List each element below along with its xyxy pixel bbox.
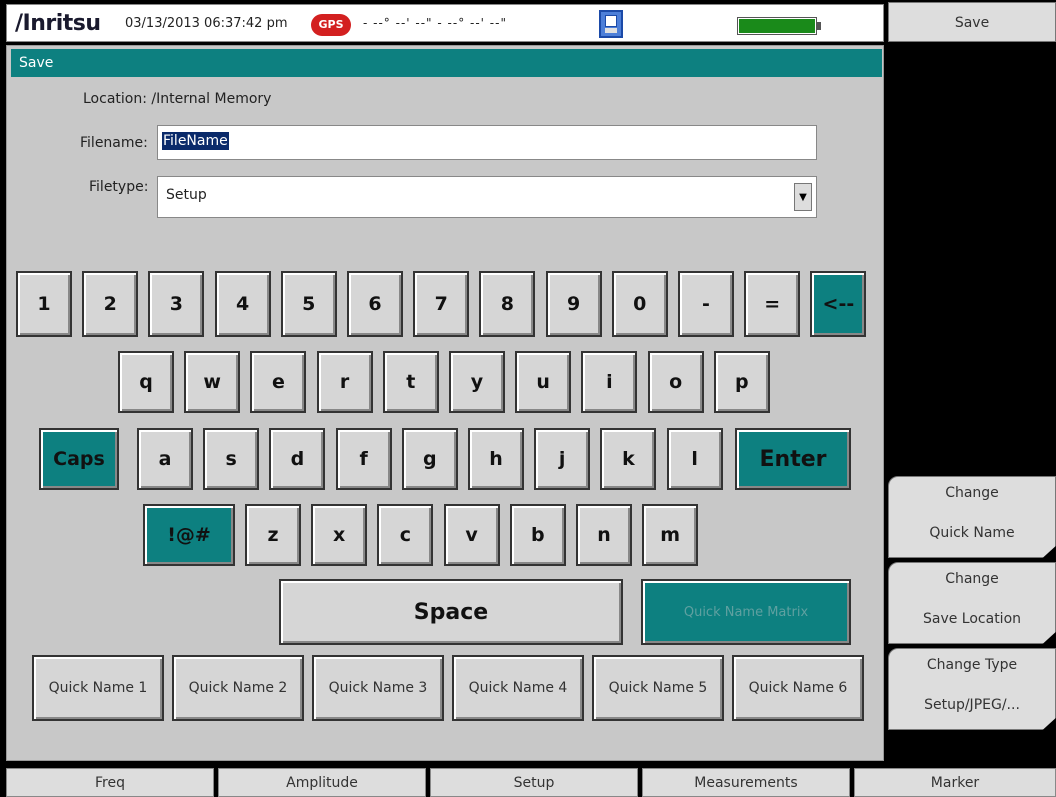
menu-setup[interactable]: Setup [430,768,638,797]
dialog-title: Save [11,49,882,77]
key-v[interactable]: v [443,504,500,566]
key-b[interactable]: b [509,504,566,566]
quick-name-matrix-button[interactable]: Quick Name Matrix [641,579,851,645]
key-w[interactable]: w [184,351,241,413]
key-q[interactable]: q [118,351,174,413]
softkey-line2: Quick Name [929,525,1015,541]
key-t[interactable]: t [382,351,439,413]
softkey-line1: Change Type [926,657,1018,673]
dropdown-arrow-icon[interactable]: ▼ [794,183,812,211]
symbols-key[interactable]: !@# [143,504,235,566]
key-backspace[interactable]: <-- [810,271,867,337]
key-f[interactable]: f [335,428,392,490]
quick-name-6-button[interactable]: Quick Name 6 [732,655,864,721]
key-9[interactable]: 9 [545,271,602,337]
softkey-line2: Setup/JPEG/... [924,697,1020,713]
quick-name-3-button[interactable]: Quick Name 3 [312,655,444,721]
key-e[interactable]: e [250,351,307,413]
softkey-line1: Change [945,571,999,587]
menu-amplitude[interactable]: Amplitude [218,768,426,797]
key-l[interactable]: l [666,428,723,490]
key-2[interactable]: 2 [82,271,139,337]
key-1[interactable]: 1 [16,271,72,337]
gps-coordinates: - --° --' --" - --° --' --" [363,16,507,30]
key-z[interactable]: z [245,504,301,566]
status-bar: /Inritsu 03/13/2013 06:37:42 pm GPS - --… [6,4,884,42]
key-a[interactable]: a [137,428,193,490]
enter-key[interactable]: Enter [735,428,851,490]
side-softkey-menu: Save Change Quick Name Change Save Locat… [888,0,1056,797]
key-r[interactable]: r [316,351,373,413]
menu-measurements[interactable]: Measurements [642,768,850,797]
filetype-select[interactable]: Setup ▼ [157,176,817,218]
key-d[interactable]: d [269,428,326,490]
battery-icon [737,17,817,35]
key-y[interactable]: y [449,351,505,413]
key-equals[interactable]: = [744,271,801,337]
filetype-label: Filetype: [89,179,149,195]
datetime-readout: 03/13/2013 06:37:42 pm [125,16,288,31]
bottom-menu-bar: Freq Amplitude Setup Measurements Marker [6,768,1056,797]
key-3[interactable]: 3 [148,271,205,337]
save-dialog: Save Location: /Internal Memory Filename… [6,45,884,761]
key-u[interactable]: u [515,351,572,413]
key-p[interactable]: p [713,351,770,413]
softkey-line2: Save Location [922,611,1022,627]
change-type-button[interactable]: Change Type Setup/JPEG/... [888,648,1056,730]
filename-value: FileName [162,132,229,150]
menu-marker[interactable]: Marker [854,768,1056,797]
key-minus[interactable]: - [678,271,734,337]
key-j[interactable]: j [534,428,591,490]
key-n[interactable]: n [576,504,632,566]
key-7[interactable]: 7 [413,271,470,337]
battery-level [739,19,815,33]
caps-key[interactable]: Caps [39,428,119,490]
brand-logo: /Inritsu [15,11,101,36]
instrument-screen: /Inritsu 03/13/2013 06:37:42 pm GPS - --… [0,0,1056,797]
change-quick-name-button[interactable]: Change Quick Name [888,476,1056,558]
location-label: Location: /Internal Memory [83,91,272,107]
gps-badge: GPS [311,14,351,36]
key-h[interactable]: h [468,428,524,490]
quick-name-5-button[interactable]: Quick Name 5 [592,655,724,721]
key-5[interactable]: 5 [280,271,337,337]
key-k[interactable]: k [600,428,657,490]
quick-name-4-button[interactable]: Quick Name 4 [452,655,584,721]
key-4[interactable]: 4 [214,271,271,337]
space-key[interactable]: Space [279,579,623,645]
change-save-location-button[interactable]: Change Save Location [888,562,1056,644]
key-o[interactable]: o [647,351,704,413]
key-c[interactable]: c [377,504,434,566]
filename-input[interactable]: FileName [157,125,817,160]
softkey-line1: Change [945,485,999,501]
key-m[interactable]: m [642,504,699,566]
key-0[interactable]: 0 [611,271,668,337]
filetype-value: Setup [166,187,207,203]
key-g[interactable]: g [401,428,458,490]
quick-name-2-button[interactable]: Quick Name 2 [172,655,304,721]
side-menu-title: Save [888,2,1056,42]
key-8[interactable]: 8 [479,271,536,337]
key-x[interactable]: x [311,504,368,566]
menu-freq[interactable]: Freq [6,768,214,797]
battery-tip [817,22,821,30]
key-i[interactable]: i [581,351,638,413]
key-6[interactable]: 6 [347,271,403,337]
key-s[interactable]: s [203,428,260,490]
disk-icon [599,10,623,38]
quick-name-1-button[interactable]: Quick Name 1 [32,655,164,721]
filename-label: Filename: [80,135,148,151]
